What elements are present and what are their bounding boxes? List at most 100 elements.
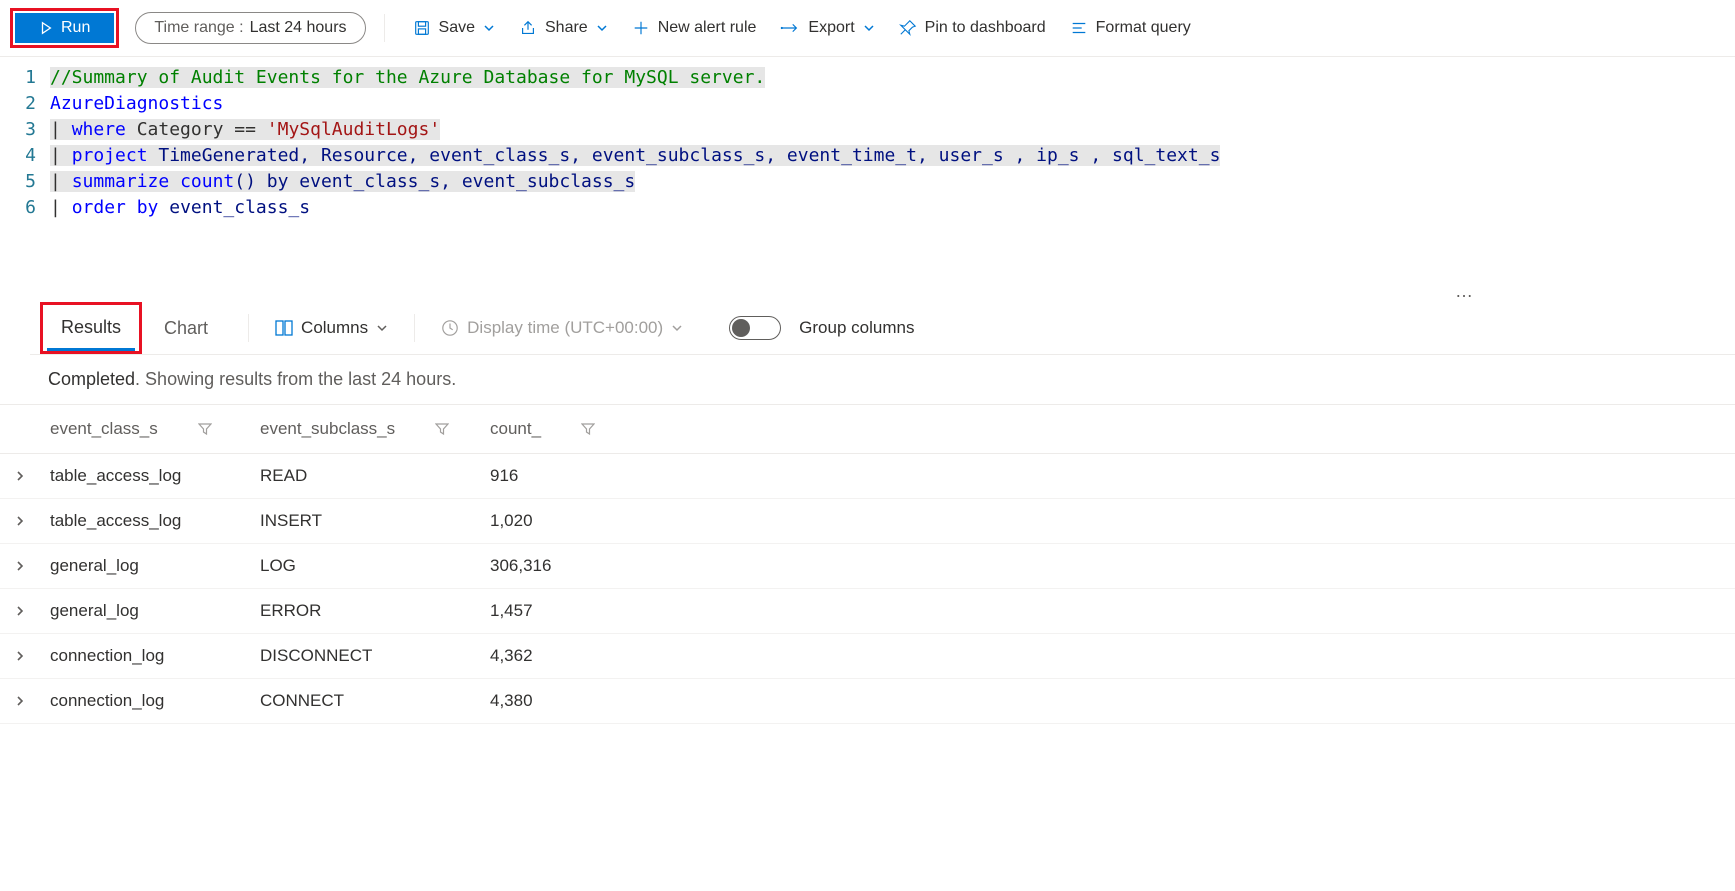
chevron-down-icon <box>863 22 875 34</box>
columns-button[interactable]: Columns <box>275 318 388 338</box>
line-number: 2 <box>0 91 36 117</box>
overflow-menu[interactable]: … <box>0 281 1735 302</box>
chevron-right-icon <box>15 696 25 706</box>
line-number: 6 <box>0 195 36 221</box>
chevron-right-icon <box>15 561 25 571</box>
cell-event-subclass: DISCONNECT <box>250 634 480 679</box>
code-line: | project TimeGenerated, Resource, event… <box>50 143 1220 169</box>
run-button[interactable]: Run <box>15 13 114 43</box>
save-label: Save <box>439 19 475 37</box>
line-number: 1 <box>0 65 36 91</box>
columns-label: Columns <box>301 318 368 338</box>
format-button[interactable]: Format query <box>1060 13 1201 43</box>
pin-button[interactable]: Pin to dashboard <box>889 13 1056 43</box>
chevron-right-icon <box>15 471 25 481</box>
cell-event-subclass: ERROR <box>250 589 480 634</box>
table-header-row: event_class_s event_subclass_s count_ <box>0 405 1735 454</box>
results-table-wrap: event_class_s event_subclass_s count_ <box>0 404 1735 724</box>
table-row[interactable]: general_logLOG306,316 <box>0 544 1735 589</box>
columns-icon <box>275 320 293 336</box>
code-line: //Summary of Audit Events for the Azure … <box>50 65 1220 91</box>
chevron-down-icon <box>671 322 683 334</box>
expand-row-button[interactable] <box>0 454 40 499</box>
share-icon <box>519 19 537 37</box>
cell-count: 4,380 <box>480 679 1735 724</box>
format-icon <box>1070 19 1088 37</box>
line-number: 5 <box>0 169 36 195</box>
format-label: Format query <box>1096 19 1191 37</box>
status-suffix: . Showing results from the last 24 hours… <box>135 369 456 389</box>
table-row[interactable]: connection_logDISCONNECT4,362 <box>0 634 1735 679</box>
expand-row-button[interactable] <box>0 634 40 679</box>
code-line: AzureDiagnostics <box>50 91 1220 117</box>
query-editor[interactable]: 1 2 3 4 5 6 //Summary of Audit Events fo… <box>0 57 1735 281</box>
display-time-button[interactable]: Display time (UTC+00:00) <box>441 318 683 338</box>
cell-event-class: connection_log <box>40 634 250 679</box>
cell-count: 306,316 <box>480 544 1735 589</box>
group-columns-toggle[interactable] <box>729 316 781 340</box>
cell-event-subclass: READ <box>250 454 480 499</box>
cell-event-subclass: CONNECT <box>250 679 480 724</box>
time-range-selector[interactable]: Time range : Last 24 hours <box>135 12 365 44</box>
line-gutter: 1 2 3 4 5 6 <box>0 65 50 221</box>
separator <box>248 314 249 342</box>
toggle-knob <box>732 319 750 337</box>
cell-event-class: connection_log <box>40 679 250 724</box>
export-button[interactable]: Export <box>770 13 884 43</box>
filter-icon[interactable] <box>581 422 595 436</box>
table-row[interactable]: connection_logCONNECT4,380 <box>0 679 1735 724</box>
pin-label: Pin to dashboard <box>925 19 1046 37</box>
expand-row-button[interactable] <box>0 679 40 724</box>
code-line: | order by event_class_s <box>50 195 1220 221</box>
time-range-label: Time range : <box>154 19 243 37</box>
code-line: | summarize count() by event_class_s, ev… <box>50 169 1220 195</box>
display-time-label: Display time (UTC+00:00) <box>467 318 663 338</box>
new-alert-label: New alert rule <box>658 19 757 37</box>
save-button[interactable]: Save <box>403 13 505 43</box>
chevron-down-icon <box>596 22 608 34</box>
filter-icon[interactable] <box>435 422 449 436</box>
line-number: 4 <box>0 143 36 169</box>
run-label: Run <box>61 19 90 37</box>
expand-row-button[interactable] <box>0 589 40 634</box>
results-table: event_class_s event_subclass_s count_ <box>0 405 1735 724</box>
chevron-right-icon <box>15 651 25 661</box>
plus-icon <box>632 19 650 37</box>
play-icon <box>39 21 53 35</box>
run-highlight-box: Run <box>10 8 119 48</box>
pin-icon <box>899 19 917 37</box>
separator <box>384 14 385 42</box>
column-header[interactable]: event_class_s <box>40 405 250 454</box>
save-icon <box>413 19 431 37</box>
table-row[interactable]: table_access_logINSERT1,020 <box>0 499 1735 544</box>
code-area[interactable]: //Summary of Audit Events for the Azure … <box>50 65 1220 221</box>
filter-icon[interactable] <box>198 422 212 436</box>
new-alert-button[interactable]: New alert rule <box>622 13 767 43</box>
chevron-right-icon <box>15 606 25 616</box>
export-label: Export <box>808 19 854 37</box>
tab-results[interactable]: Results <box>47 307 135 351</box>
tab-chart[interactable]: Chart <box>150 308 222 349</box>
chevron-down-icon <box>376 322 388 334</box>
expand-row-button[interactable] <box>0 499 40 544</box>
cell-count: 916 <box>480 454 1735 499</box>
status-completed: Completed <box>48 369 135 389</box>
table-row[interactable]: table_access_logREAD916 <box>0 454 1735 499</box>
table-row[interactable]: general_logERROR1,457 <box>0 589 1735 634</box>
column-header[interactable]: count_ <box>480 405 1735 454</box>
code-line: | where Category == 'MySqlAuditLogs' <box>50 117 1220 143</box>
toolbar: Run Time range : Last 24 hours Save Shar… <box>0 0 1735 57</box>
status-line: Completed. Showing results from the last… <box>0 355 1735 404</box>
cell-event-class: table_access_log <box>40 454 250 499</box>
expand-header <box>0 405 40 454</box>
share-button[interactable]: Share <box>509 13 618 43</box>
results-highlight-box: Results <box>40 302 142 354</box>
column-header[interactable]: event_subclass_s <box>250 405 480 454</box>
chevron-down-icon <box>483 22 495 34</box>
cell-count: 4,362 <box>480 634 1735 679</box>
chevron-right-icon <box>15 516 25 526</box>
expand-row-button[interactable] <box>0 544 40 589</box>
cell-event-subclass: INSERT <box>250 499 480 544</box>
cell-count: 1,457 <box>480 589 1735 634</box>
export-icon <box>780 19 800 37</box>
